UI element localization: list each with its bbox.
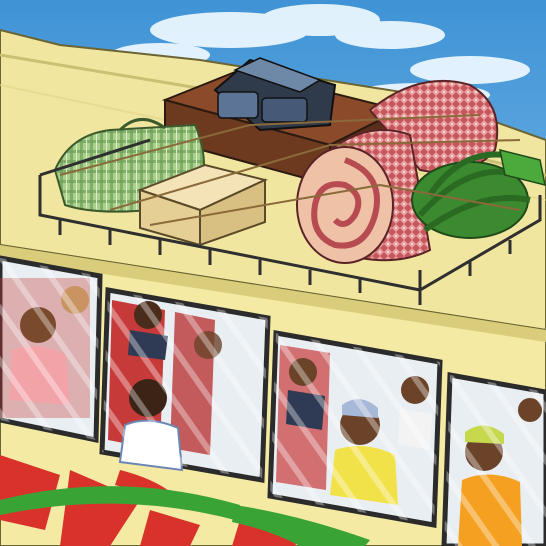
bus-window-1: [0, 255, 103, 444]
bus-window-4: [441, 372, 546, 546]
bus-window-3: [267, 330, 443, 528]
illustration-canvas: [0, 0, 546, 546]
bus-roof-luggage-illustration: [0, 0, 546, 546]
bus-window-2: [99, 287, 271, 483]
